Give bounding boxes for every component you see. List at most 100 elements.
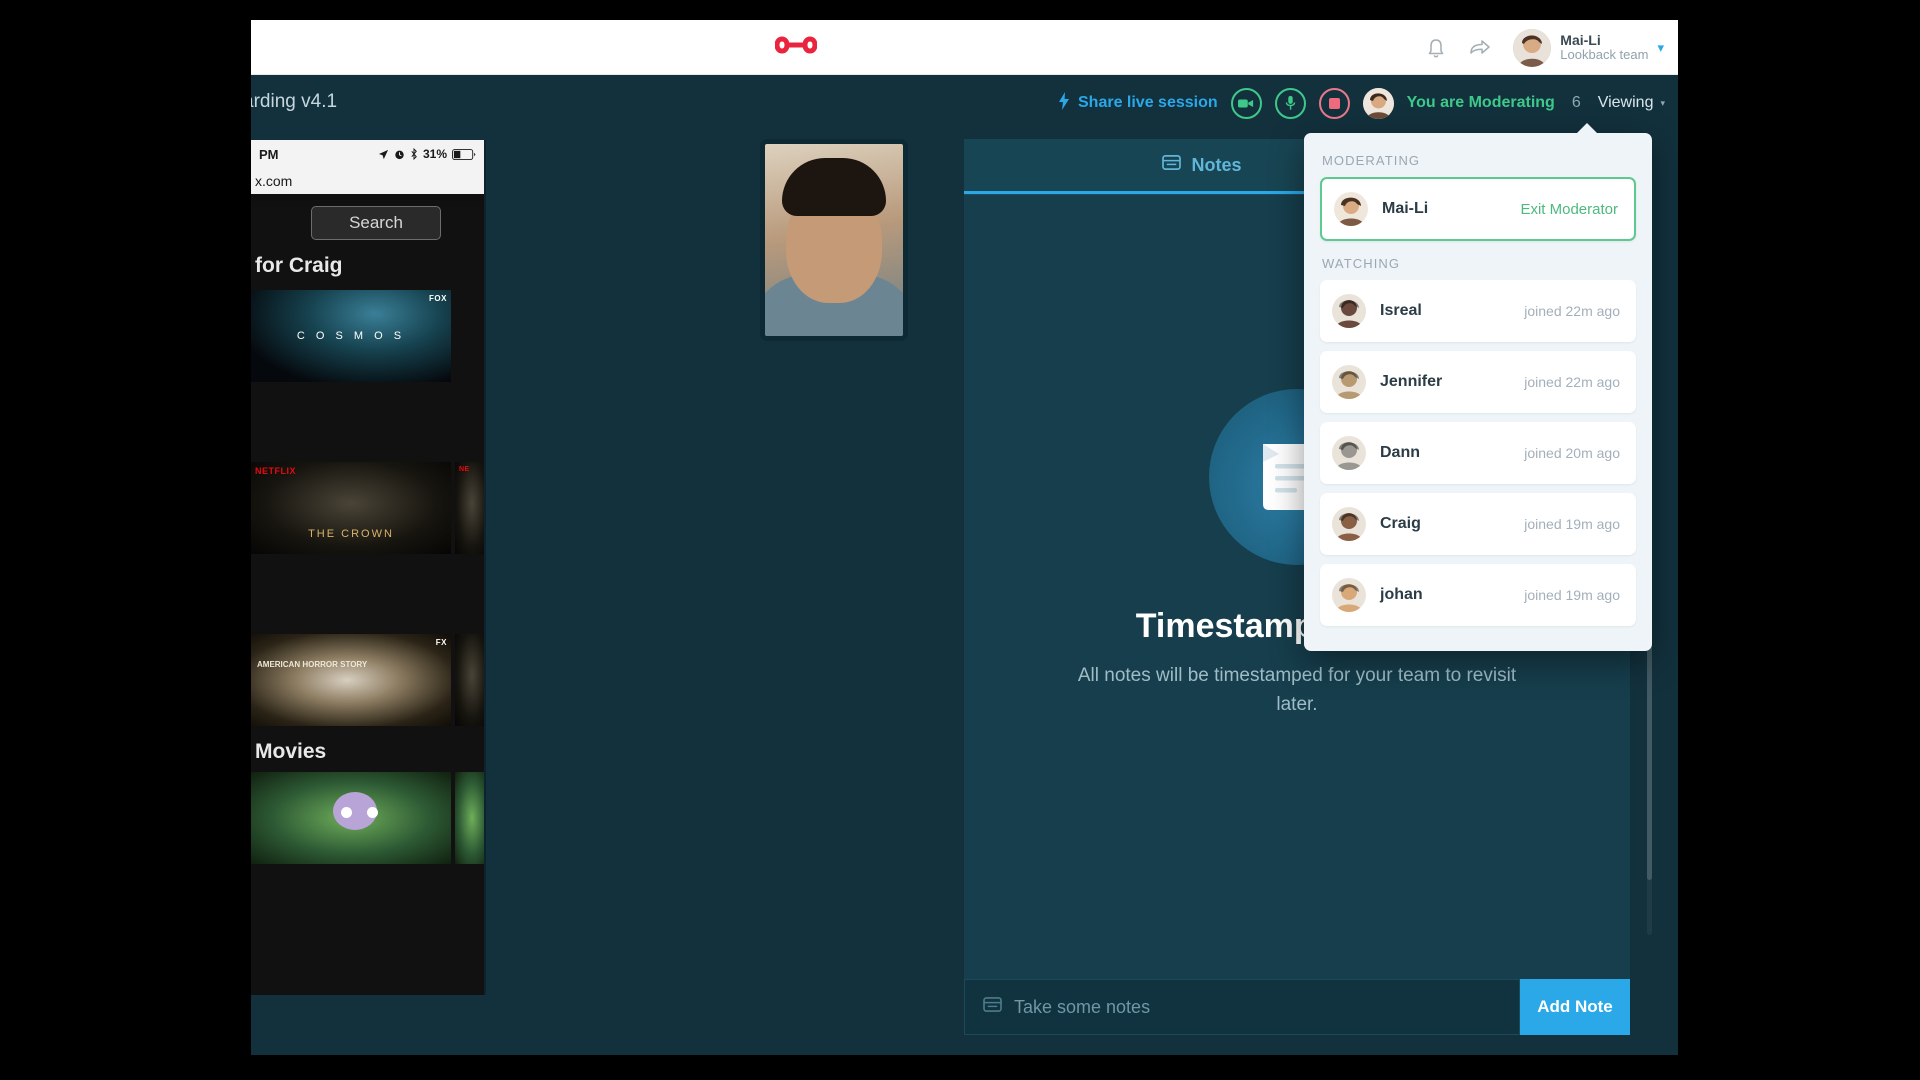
lookback-infinity-logo[interactable] <box>775 32 817 58</box>
device-screen-preview[interactable]: PM 31% <box>251 140 486 995</box>
network-badge: NETFLIX <box>255 466 296 476</box>
add-note-button[interactable]: Add Note <box>1520 979 1630 1035</box>
top-navigation-bar: Mai-Li Lookback team ▾ <box>251 20 1678 75</box>
show-thumbnail-ahs[interactable]: FX AMERICAN HORROR STORY <box>251 634 451 726</box>
bluetooth-icon <box>410 148 418 160</box>
watching-section-header: WATCHING <box>1320 250 1636 280</box>
alarm-clock-icon <box>394 149 405 160</box>
user-meta: Mai-Li Lookback team <box>1560 32 1648 63</box>
exit-moderator-button[interactable]: Exit Moderator <box>1520 201 1618 218</box>
user-account-menu[interactable]: Mai-Li Lookback team ▾ <box>1513 29 1664 67</box>
viewer-joined-time: joined 20m ago <box>1524 445 1620 461</box>
stop-record-icon <box>1329 98 1340 109</box>
avatar <box>1332 436 1366 470</box>
show-thumbnail-the-crown[interactable]: NETFLIX THE CROWN <box>251 462 451 554</box>
session-actions: Share live session <box>1058 75 1665 131</box>
avatar <box>1332 294 1366 328</box>
note-input[interactable]: Take some notes <box>964 979 1520 1035</box>
viewer-row[interactable]: johanjoined 19m ago <box>1320 564 1636 626</box>
battery-icon <box>452 149 476 160</box>
phone-status-bar: PM 31% <box>251 140 484 168</box>
lightning-bolt-icon <box>1058 92 1070 115</box>
viewer-name: Jennifer <box>1380 373 1524 391</box>
phone-url-bar[interactable]: x.com <box>251 168 484 194</box>
screen-root: Mai-Li Lookback team ▾ n-boarding v4.1 <box>0 0 1920 1080</box>
notifications-bell-icon[interactable] <box>1425 37 1447 59</box>
movie-thumbnail[interactable] <box>251 772 451 864</box>
viewer-name: Isreal <box>1380 302 1524 320</box>
viewing-label: Viewing <box>1598 94 1654 112</box>
viewer-row[interactable]: Craigjoined 19m ago <box>1320 493 1636 555</box>
note-compose-icon <box>983 996 1002 1018</box>
show-thumbnail-strip-2[interactable]: NETFLIX THE CROWN NE <box>251 462 484 554</box>
stop-record-button[interactable] <box>1319 88 1350 119</box>
user-team: Lookback team <box>1560 48 1648 63</box>
share-live-session-button[interactable]: Share live session <box>1058 92 1218 115</box>
avatar <box>1332 578 1366 612</box>
note-composer: Take some notes Add Note <box>964 979 1630 1035</box>
viewer-name: johan <box>1380 586 1524 604</box>
show-thumbnail-strip[interactable]: FOX C O S M O S <box>251 290 484 382</box>
network-badge: NE <box>459 466 470 473</box>
popover-arrow <box>1576 123 1598 134</box>
viewer-name: Craig <box>1380 515 1524 533</box>
webcam-hair <box>782 158 886 216</box>
participant-webcam-thumbnail[interactable] <box>760 139 908 341</box>
phone-row-title: for Craig <box>251 240 484 286</box>
tab-notes-label: Notes <box>1191 155 1241 176</box>
show-thumbnail-strip-3[interactable]: FX AMERICAN HORROR STORY <box>251 634 484 726</box>
chevron-down-icon: ▾ <box>1660 98 1665 109</box>
avatar <box>1334 192 1368 226</box>
project-title: n-boarding v4.1 <box>251 91 337 113</box>
viewer-row-moderator[interactable]: Mai-Li Exit Moderator <box>1320 177 1636 241</box>
show-thumbnail-peek[interactable] <box>455 634 484 726</box>
topbar-right-cluster: Mai-Li Lookback team ▾ <box>1425 20 1664 75</box>
session-toolbar: n-boarding v4.1 Share live session <box>251 75 1678 131</box>
show-thumbnail-cosmos[interactable]: FOX C O S M O S <box>251 290 451 382</box>
network-badge: FOX <box>429 294 447 303</box>
viewer-name: Dann <box>1380 444 1524 462</box>
watching-list: Isrealjoined 22m agoJenniferjoined 22m a… <box>1320 280 1636 626</box>
avatar <box>1513 29 1551 67</box>
movie-thumbnail-peek[interactable] <box>455 772 484 864</box>
app-window: Mai-Li Lookback team ▾ n-boarding v4.1 <box>251 20 1678 1055</box>
camera-toggle-button[interactable] <box>1231 88 1262 119</box>
show-title: C O S M O S <box>251 330 451 342</box>
viewer-joined-time: joined 22m ago <box>1524 303 1620 319</box>
location-arrow-icon <box>378 149 389 160</box>
viewer-joined-time: joined 19m ago <box>1524 516 1620 532</box>
viewer-row[interactable]: Jenniferjoined 22m ago <box>1320 351 1636 413</box>
movies-thumbnail-strip[interactable] <box>251 772 484 864</box>
empty-state-subtitle: All notes will be timestamped for your t… <box>1077 662 1517 719</box>
viewing-dropdown-toggle[interactable]: Viewing ▾ <box>1598 94 1665 112</box>
show-thumbnail-peek[interactable]: NE <box>455 462 484 554</box>
moderating-status-label: You are Moderating <box>1407 94 1555 112</box>
viewer-row[interactable]: Dannjoined 20m ago <box>1320 422 1636 484</box>
notes-icon <box>1162 154 1181 176</box>
share-arrow-icon[interactable] <box>1469 37 1491 59</box>
phone-status-time: PM <box>259 147 279 162</box>
share-live-session-label: Share live session <box>1078 94 1218 112</box>
moderator-avatar <box>1363 88 1394 119</box>
avatar <box>1332 507 1366 541</box>
viewer-joined-time: joined 22m ago <box>1524 374 1620 390</box>
microphone-toggle-button[interactable] <box>1275 88 1306 119</box>
viewers-popover: MODERATING Mai-Li Exit Moderator WATCHIN… <box>1304 133 1652 651</box>
chevron-down-icon[interactable]: ▾ <box>1657 40 1664 56</box>
network-badge: FX <box>436 638 447 647</box>
phone-movies-title: Movies <box>251 726 484 772</box>
moderating-section-header: MODERATING <box>1320 147 1636 177</box>
viewer-joined-time: joined 19m ago <box>1524 587 1620 603</box>
show-title: THE CROWN <box>251 528 451 540</box>
search-button[interactable]: Search <box>311 206 441 240</box>
phone-status-indicators: 31% <box>378 147 476 161</box>
note-input-placeholder: Take some notes <box>1014 997 1150 1018</box>
viewer-row[interactable]: Isrealjoined 22m ago <box>1320 280 1636 342</box>
viewer-name: Mai-Li <box>1382 200 1520 218</box>
viewer-count: 6 <box>1568 94 1585 112</box>
user-name: Mai-Li <box>1560 32 1648 48</box>
avatar <box>1332 365 1366 399</box>
phone-app-content: Search for Craig FOX C O S M O S NETFLIX… <box>251 206 484 995</box>
show-title: AMERICAN HORROR STORY <box>257 660 367 670</box>
phone-battery-percent: 31% <box>423 147 447 161</box>
